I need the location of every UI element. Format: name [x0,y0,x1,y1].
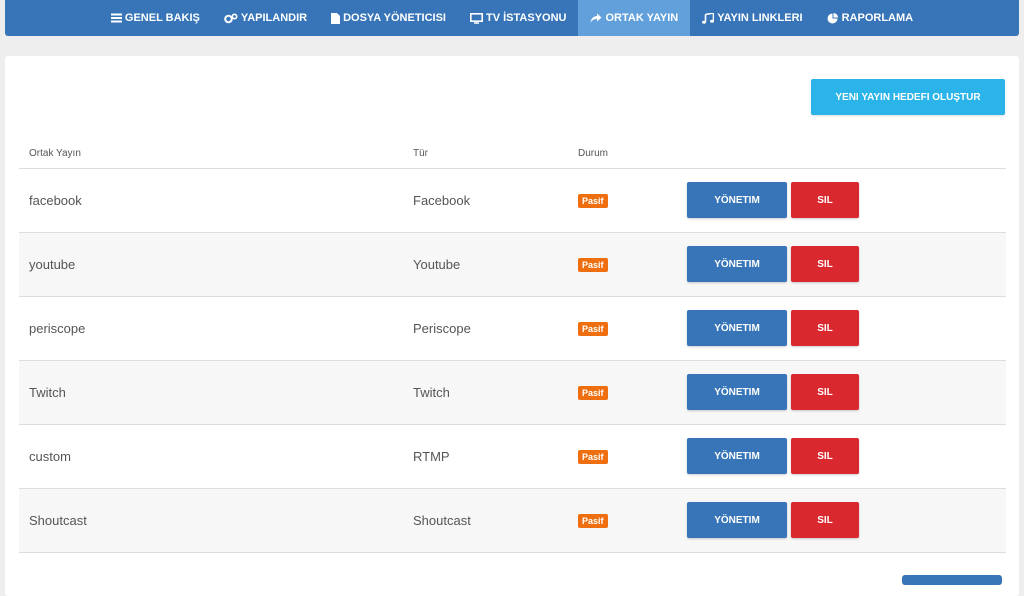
status-badge: Pasif [578,386,608,400]
nav-item-raporlama[interactable]: RAPORLAMA [815,0,926,36]
status-badge: Pasif [578,194,608,208]
row-name: facebook [29,193,82,208]
stream-targets-table: Ortak Yayın Tür Durum facebook Facebook … [19,144,1006,553]
delete-button[interactable]: SIL [791,246,859,282]
pie-chart-icon [827,12,839,24]
nav-item-label: DOSYA YÖNETICISI [343,12,446,24]
delete-button[interactable]: SIL [791,310,859,346]
row-name: Twitch [29,385,66,400]
row-name: periscope [29,321,86,336]
nav-item-dosya-yoneticisi[interactable]: DOSYA YÖNETICISI [319,0,458,36]
status-badge: Pasif [578,258,608,272]
column-header-type: Tür [413,148,428,159]
share-icon [590,13,602,24]
row-type: Youtube [413,257,461,272]
nav-item-tv-istasyonu[interactable]: TV İSTASYONU [458,0,578,36]
file-icon [331,12,341,24]
partial-button[interactable] [902,575,1002,585]
row-type: Shoutcast [413,513,471,528]
column-header-name: Ortak Yayın [29,148,81,159]
row-type: RTMP [413,449,450,464]
delete-button[interactable]: SIL [791,438,859,474]
nav-item-yapilandir[interactable]: YAPILANDIR [212,0,319,36]
nav-item-label: YAPILANDIR [240,12,308,24]
nav-item-label: RAPORLAMA [841,12,914,24]
new-stream-target-button[interactable]: YENI YAYIN HEDEFI OLUŞTUR [811,79,1005,115]
row-name: Shoutcast [29,513,87,528]
nav-item-label: GENEL BAKIŞ [124,12,200,24]
manage-button[interactable]: YÖNETIM [687,502,787,538]
table-row: Shoutcast Shoutcast Pasif YÖNETIM SIL [19,489,1006,553]
manage-button[interactable]: YÖNETIM [687,374,787,410]
row-name: youtube [29,257,76,272]
table-row: facebook Facebook Pasif YÖNETIM SIL [19,169,1006,233]
manage-button[interactable]: YÖNETIM [687,438,787,474]
main-panel: YENI YAYIN HEDEFI OLUŞTUR Ortak Yayın Tü… [5,56,1019,596]
manage-button[interactable]: YÖNETIM [687,310,787,346]
nav-item-ortak-yayin[interactable]: ORTAK YAYIN [578,0,691,36]
row-type: Twitch [413,385,450,400]
status-badge: Pasif [578,322,608,336]
gears-icon [224,12,238,24]
table-header: Ortak Yayın Tür Durum [19,144,1006,169]
list-icon [110,13,122,23]
nav-item-label: YAYIN LINKLERI [717,12,803,24]
music-icon [702,12,715,24]
table-row: youtube Youtube Pasif YÖNETIM SIL [19,233,1006,297]
table-row: periscope Periscope Pasif YÖNETIM SIL [19,297,1006,361]
table-row: custom RTMP Pasif YÖNETIM SIL [19,425,1006,489]
top-navbar: GENEL BAKIŞ YAPILANDIR DOSYA YÖNETICISI … [5,0,1019,36]
status-badge: Pasif [578,450,608,464]
monitor-icon [470,12,483,24]
row-name: custom [29,449,71,464]
nav-item-label: TV İSTASYONU [486,12,567,24]
delete-button[interactable]: SIL [791,502,859,538]
row-type: Facebook [413,193,471,208]
nav-item-label: ORTAK YAYIN [605,12,679,24]
table-row: Twitch Twitch Pasif YÖNETIM SIL [19,361,1006,425]
nav-item-yayin-linkleri[interactable]: YAYIN LINKLERI [690,0,814,36]
status-badge: Pasif [578,514,608,528]
nav-item-genel-bakis[interactable]: GENEL BAKIŞ [99,0,212,36]
manage-button[interactable]: YÖNETIM [687,182,787,218]
delete-button[interactable]: SIL [791,374,859,410]
column-header-status: Durum [578,148,609,159]
manage-button[interactable]: YÖNETIM [687,246,787,282]
row-type: Periscope [413,321,471,336]
delete-button[interactable]: SIL [791,182,859,218]
